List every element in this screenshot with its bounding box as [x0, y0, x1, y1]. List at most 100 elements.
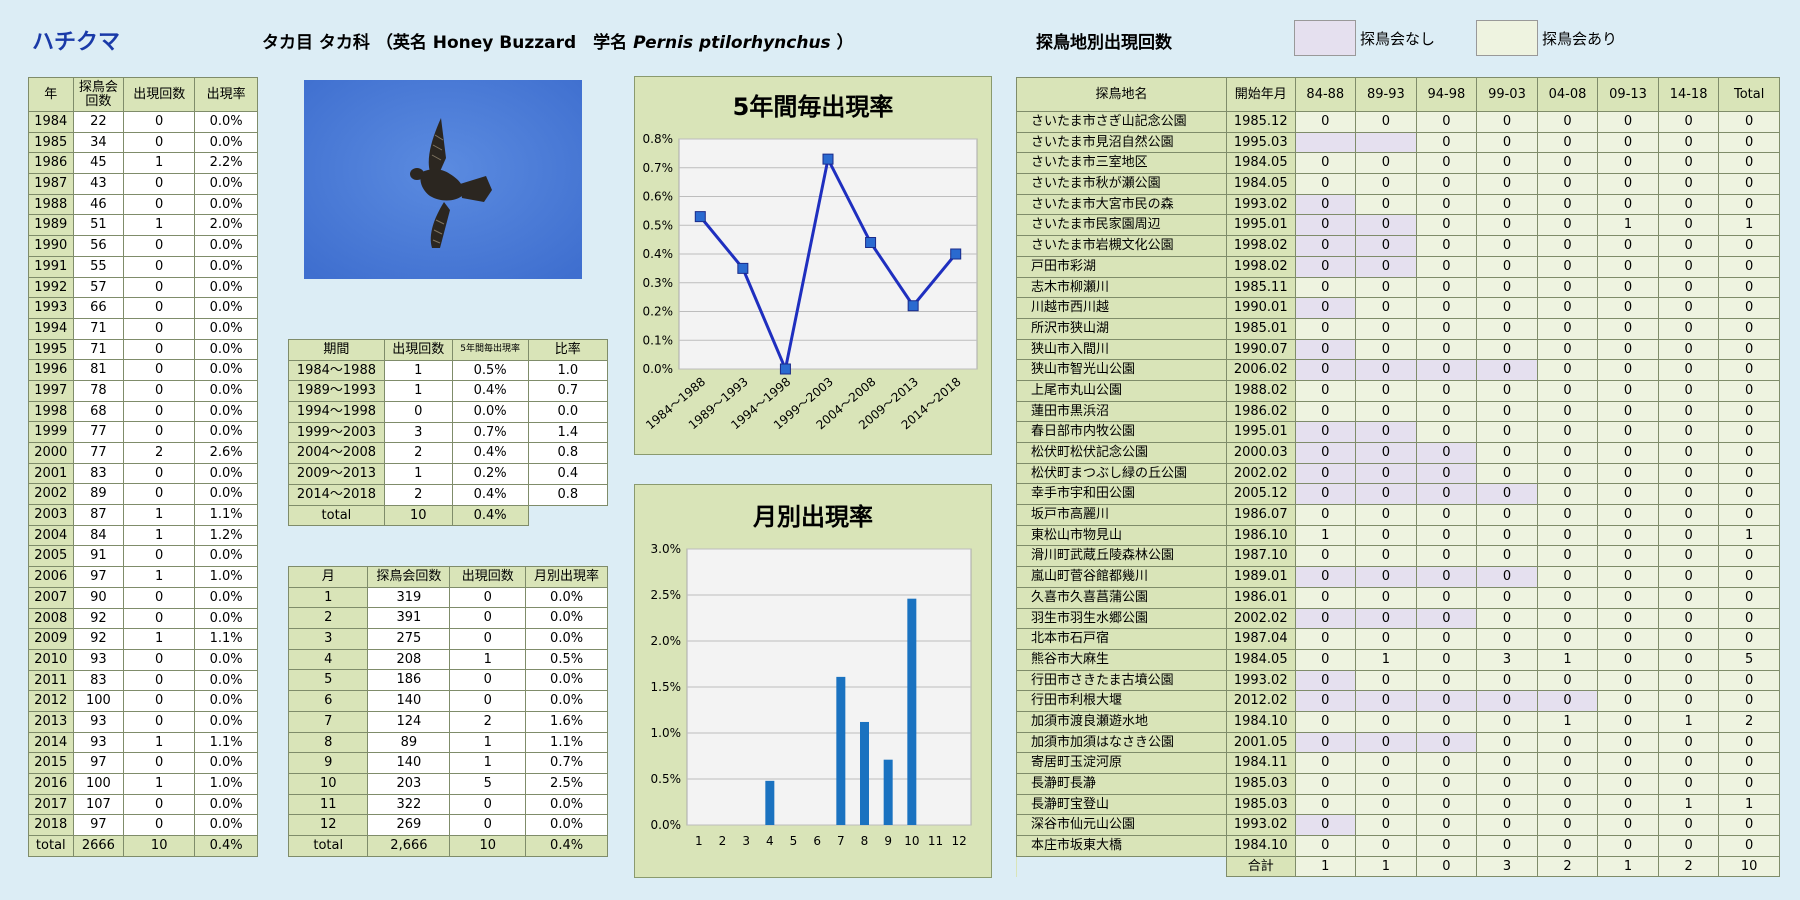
table-cell: 0 — [1718, 400, 1780, 423]
table-cell: 0 — [1476, 255, 1538, 278]
yearly-table: 年探鳥会 回数 出現回数 出現率 1984 22 0 0.0% 1985 34 0 0.0% 1986… — [28, 77, 258, 857]
header-row: 期間 出現回数 5年間毎出現率 比率 — [288, 339, 609, 361]
table-cell: 0 — [1294, 835, 1357, 857]
table-cell: 1991 — [28, 255, 74, 278]
table-cell: 84 — [72, 524, 125, 547]
table-cell: 0 — [1597, 338, 1659, 361]
table-cell: 1985.03 — [1225, 773, 1296, 795]
table-cell: 0 — [1536, 607, 1599, 630]
table-row: 本庄市坂東大橋 1984.10 0 0 0 0 0 0 0 0 — [1016, 835, 1780, 857]
table-cell: 91 — [72, 545, 125, 568]
table-cell: 0 — [1657, 545, 1720, 568]
table-row: 滑川町武蔵丘陵森林公園 1987.10 0 0 0 0 0 0 0 0 — [1016, 545, 1780, 568]
table-cell: 0 — [1355, 752, 1417, 774]
table-row: 熊谷市大麻生 1984.05 0 1 0 3 1 0 0 5 — [1016, 648, 1780, 671]
table-cell: 0 — [123, 607, 196, 630]
table-cell: 0 — [1415, 752, 1478, 774]
table-cell: 0 — [1294, 152, 1357, 175]
table-cell: 0 — [1718, 545, 1780, 568]
table-row: 2006 97 1 1.0% — [28, 566, 258, 588]
table-cell: 1990.07 — [1225, 338, 1296, 361]
table-cell: 0 — [1657, 462, 1720, 485]
column-header: 比率 — [527, 339, 609, 361]
table-cell: 1 — [123, 773, 196, 795]
table-row: 2013 93 0 0.0% — [28, 710, 258, 733]
table-cell: 0 — [1476, 442, 1538, 464]
table-cell: 0 — [1718, 317, 1780, 340]
table-cell: 0.4% — [451, 442, 529, 465]
legend-swatch-none — [1294, 20, 1356, 56]
table-cell: 0 — [1597, 131, 1659, 154]
x-tick-label: 8 — [861, 834, 869, 848]
site-name: 長瀞町宝登山 — [1016, 793, 1227, 816]
table-cell: 0 — [1536, 276, 1599, 299]
table-cell: 0 — [123, 648, 196, 671]
site-name: 松伏町松伏記念公園 — [1016, 442, 1227, 464]
table-row: 長瀞町宝登山 1985.03 0 0 0 0 0 0 1 1 — [1016, 793, 1780, 816]
table-cell: 0 — [1415, 566, 1478, 588]
table-cell: 0 — [1536, 400, 1599, 423]
data-point — [737, 262, 749, 274]
table-cell: 90 — [72, 586, 125, 609]
table-cell: 0 — [1355, 442, 1417, 464]
table-cell: 0.0% — [194, 793, 258, 816]
table-cell: 0 — [1718, 379, 1780, 402]
table-cell: 77 — [72, 421, 125, 443]
table-cell: 1 — [1355, 648, 1417, 671]
table-cell: 0 — [1657, 152, 1720, 175]
table-cell: 0 — [1536, 690, 1599, 712]
table-cell: 83 — [72, 462, 125, 485]
table-row: 狭山市智光山公園 2006.02 0 0 0 0 0 0 0 0 — [1016, 359, 1780, 381]
table-row: 2018 97 0 0.0% — [28, 814, 258, 837]
table-cell: 0.0% — [451, 401, 529, 423]
table-row: 2004 84 1 1.2% — [28, 524, 258, 547]
table-cell: 0 — [1294, 317, 1357, 340]
table-cell: 1986.02 — [1225, 400, 1296, 423]
table-cell: 0 — [1597, 379, 1659, 402]
table-cell: 2014 — [28, 731, 74, 754]
table-cell: 0 — [1294, 731, 1357, 754]
table-cell: 1984～1988 — [288, 359, 385, 382]
table-cell: 1 — [449, 752, 527, 774]
table-cell: 0 — [1294, 400, 1357, 423]
table-cell: 1999～2003 — [288, 421, 385, 444]
table-cell: 0 — [1597, 297, 1659, 319]
table-cell: 0 — [1657, 835, 1720, 857]
table-cell: 2000 — [28, 442, 74, 464]
table-row: 2004～2008 2 0.4% 0.8 — [288, 442, 609, 465]
table-cell: 0 — [123, 193, 196, 216]
table-cell: 1998.02 — [1225, 235, 1296, 257]
table-cell: 0.0% — [194, 235, 258, 257]
table-cell: 0 — [1476, 628, 1538, 650]
table-cell: 0 — [1657, 752, 1720, 774]
table-cell: 0 — [1718, 152, 1780, 175]
table-row: 1989 51 1 2.0% — [28, 214, 258, 237]
table-cell: 0 — [1657, 731, 1720, 754]
table-cell: 275 — [367, 628, 451, 650]
table-cell: 0.0% — [525, 793, 608, 816]
site-name: 北本市石戸宿 — [1016, 628, 1227, 650]
table-cell: 0 — [1597, 483, 1659, 506]
site-name: 川越市西川越 — [1016, 297, 1227, 319]
table-row: さいたま市秋が瀬公園 1984.05 0 0 0 0 0 0 0 0 — [1016, 173, 1780, 195]
site-name: 熊谷市大麻生 — [1016, 648, 1227, 671]
table-cell: 0.0% — [194, 338, 258, 361]
table-cell: 0 — [123, 379, 196, 402]
table-cell: 0 — [1415, 814, 1478, 837]
table-cell: 57 — [72, 276, 125, 299]
table-cell: 0 — [1476, 276, 1538, 299]
table-cell: 0.7% — [525, 752, 608, 774]
table-row: 4 208 1 0.5% — [287, 648, 608, 671]
table-cell: 0 — [1476, 193, 1538, 216]
table-row: 1992 57 0 0.0% — [28, 276, 258, 299]
table-cell: 0 — [1355, 483, 1417, 506]
table-cell: 0 — [1657, 173, 1720, 195]
table-cell: 0 — [1294, 690, 1357, 712]
total-row: 合計 1 1 0 3 2 1 2 10 — [1016, 855, 1780, 878]
table-cell: 0 — [1536, 338, 1599, 361]
table-row: 11 322 0 0.0% — [287, 793, 608, 816]
column-header: 14-18 — [1657, 77, 1720, 112]
table-cell: 8 — [287, 731, 369, 754]
table-row: 1985 34 0 0.0% — [28, 131, 258, 154]
table-cell: 1984.10 — [1225, 710, 1296, 733]
